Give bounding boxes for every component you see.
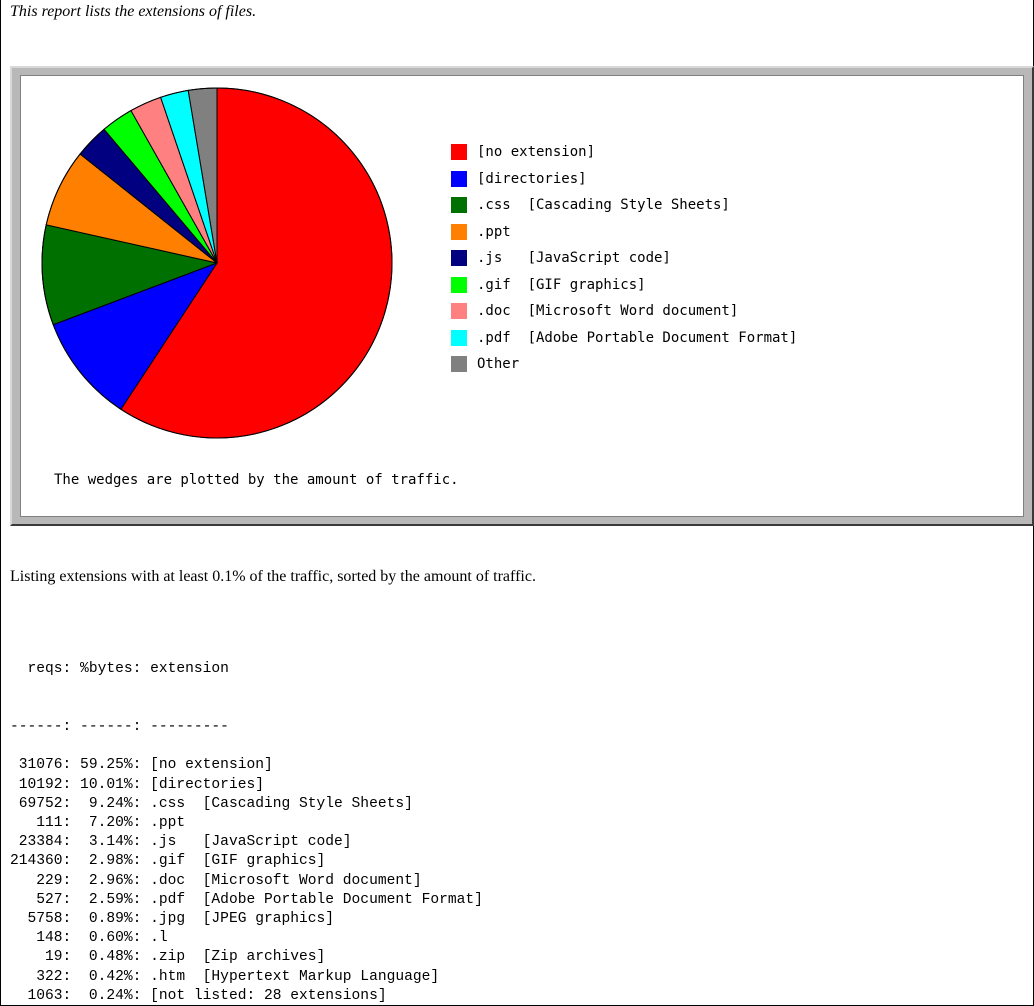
table-row: 214360: 2.98%: .gif [GIF graphics] (10, 853, 326, 870)
table-row: 31076: 59.25%: [no extension] (10, 757, 273, 774)
legend-item: .pdf [Adobe Portable Document Format] (451, 325, 797, 351)
table-separator: ------: ------: --------- (10, 719, 229, 736)
chart-panel: [no extension] [directories] .css [Cascadi… (20, 75, 1024, 517)
table-row: 10192: 10.01%: [directories] (10, 776, 264, 793)
legend-item: Other (451, 351, 519, 377)
table-row: 5758: 0.89%: .jpg [JPEG graphics] (10, 911, 335, 928)
legend-item: .js [JavaScript code] (451, 245, 671, 271)
table-row: 23384: 3.14%: .js [JavaScript code] (10, 834, 352, 851)
legend-label: .css [Cascading Style Sheets] (477, 197, 730, 213)
legend-label: .doc [Microsoft Word document] (477, 303, 739, 319)
table-row: 148: 0.60%: .l (10, 930, 168, 947)
legend-label: [directories] (477, 170, 587, 187)
table-row: 527: 2.59%: .pdf [Adobe Portable Documen… (10, 891, 483, 908)
chart-caption: The wedges are plotted by the amount of … (54, 472, 459, 488)
legend-label: Other (477, 356, 520, 372)
legend-label: .pdf [Adobe Portable Document Format] (477, 329, 798, 346)
legend-label: .ppt (477, 223, 511, 240)
extension-table: reqs: %bytes: extension ------: ------: … (10, 622, 483, 1006)
legend-swatch (451, 356, 467, 372)
legend-item: .ppt (451, 219, 511, 245)
legend-swatch (451, 223, 467, 240)
legend-label: [no extension] (477, 144, 596, 160)
chart-frame: [no extension] [directories] .css [Cascadi… (10, 66, 1034, 526)
table-row: 19: 0.48%: .zip [Zip archives] (10, 949, 326, 966)
legend-item: [directories] (451, 166, 587, 192)
legend-swatch (451, 303, 467, 319)
legend-swatch (451, 329, 467, 346)
legend-label: .gif [GIF graphics] (477, 276, 646, 293)
table-row: 69752: 9.24%: .css [Cascading Style Shee… (10, 795, 413, 812)
legend-item: .doc [Microsoft Word document] (451, 298, 738, 324)
listing-intro: Listing extensions with at least 0.1% of… (10, 568, 536, 585)
legend-swatch (451, 170, 467, 187)
legend-swatch (451, 276, 467, 293)
legend-swatch (451, 144, 467, 160)
legend-swatch (451, 197, 467, 213)
table-row: 229: 2.96%: .doc [Microsoft Word documen… (10, 872, 422, 889)
table-row: 322: 0.42%: .htm [Hypertext Markup Langu… (10, 968, 440, 985)
table-header: reqs: %bytes: extension (10, 661, 229, 678)
legend-label: .js [JavaScript code] (477, 250, 671, 266)
table-row: 1063: 0.24%: [not listed: 28 extensions] (10, 987, 387, 1004)
report-intro: This report lists the extensions of file… (10, 3, 257, 20)
legend-item: .css [Cascading Style Sheets] (451, 192, 730, 218)
legend-item: .gif [GIF graphics] (451, 272, 646, 298)
pie-chart (41, 87, 393, 439)
legend-swatch (451, 250, 467, 266)
table-row: 111: 7.20%: .ppt (10, 815, 186, 832)
legend-item: [no extension] (451, 139, 595, 165)
